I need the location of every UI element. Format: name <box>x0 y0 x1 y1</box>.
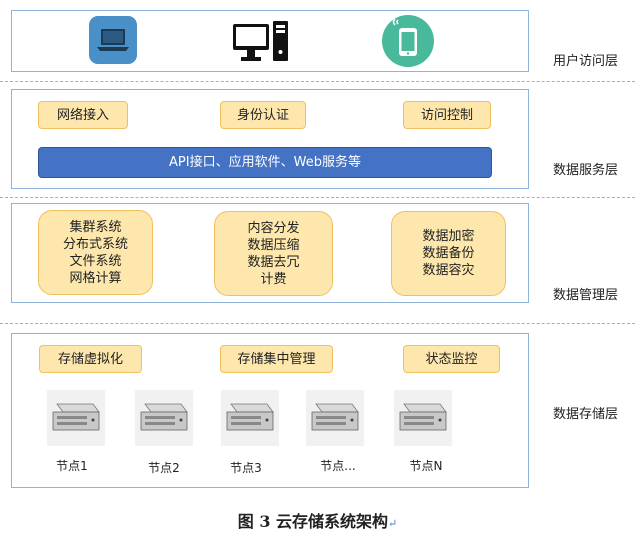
divider <box>0 197 635 198</box>
tag-access-control: 访问控制 <box>403 101 491 129</box>
node-label: 节点3 <box>230 461 262 475</box>
management-item: 内容分发 <box>247 220 300 236</box>
management-item: 数据备份 <box>422 246 475 261</box>
tag-identity-auth: 身份认证 <box>220 101 306 129</box>
mobile-phone-icon <box>382 15 434 67</box>
figure-caption: 图 3 云存储系统架构↵ <box>0 508 635 532</box>
layer-label-user: 用户访问层 <box>553 54 619 69</box>
tag-network-access: 网络接入 <box>38 101 128 129</box>
management-box-systems: 集群系统 分布式系统 文件系统 网格计算 <box>38 210 153 295</box>
server-icon <box>394 390 452 446</box>
divider <box>0 81 635 82</box>
node-label: 节点... <box>320 459 356 473</box>
management-item: 集群系统 <box>69 219 122 235</box>
server-icon <box>306 390 364 446</box>
server-icon <box>221 390 279 446</box>
management-item: 计费 <box>260 271 287 287</box>
tag-storage-central-mgmt: 存储集中管理 <box>220 345 333 373</box>
management-box-security: 数据加密 数据备份 数据容灾 <box>391 211 506 296</box>
management-item: 数据压缩 <box>247 237 300 253</box>
layer-label-storage: 数据存储层 <box>553 407 619 422</box>
desktop-computer-icon <box>232 18 290 64</box>
api-bar: API接口、应用软件、Web服务等 <box>38 147 492 178</box>
management-item: 数据去冗 <box>247 254 300 270</box>
management-item: 文件系统 <box>69 253 122 269</box>
server-icon <box>135 390 193 446</box>
management-item: 分布式系统 <box>62 236 128 252</box>
management-item: 数据容灾 <box>422 263 475 278</box>
laptop-icon <box>89 16 137 64</box>
divider <box>0 323 635 324</box>
management-item: 网格计算 <box>69 270 122 286</box>
layer-label-service: 数据服务层 <box>553 163 619 178</box>
server-icon <box>47 390 105 446</box>
return-mark: ↵ <box>388 517 398 530</box>
node-label: 节点2 <box>148 461 180 475</box>
node-label: 节点1 <box>56 459 88 473</box>
tag-status-monitoring: 状态监控 <box>403 345 500 373</box>
node-label: 节点N <box>409 459 443 473</box>
management-item: 数据加密 <box>422 229 475 244</box>
tag-storage-virtualization: 存储虚拟化 <box>39 345 142 373</box>
caption-text: 图 3 云存储系统架构 <box>237 512 389 531</box>
layer-label-management: 数据管理层 <box>553 288 619 303</box>
management-box-content: 内容分发 数据压缩 数据去冗 计费 <box>214 211 333 296</box>
